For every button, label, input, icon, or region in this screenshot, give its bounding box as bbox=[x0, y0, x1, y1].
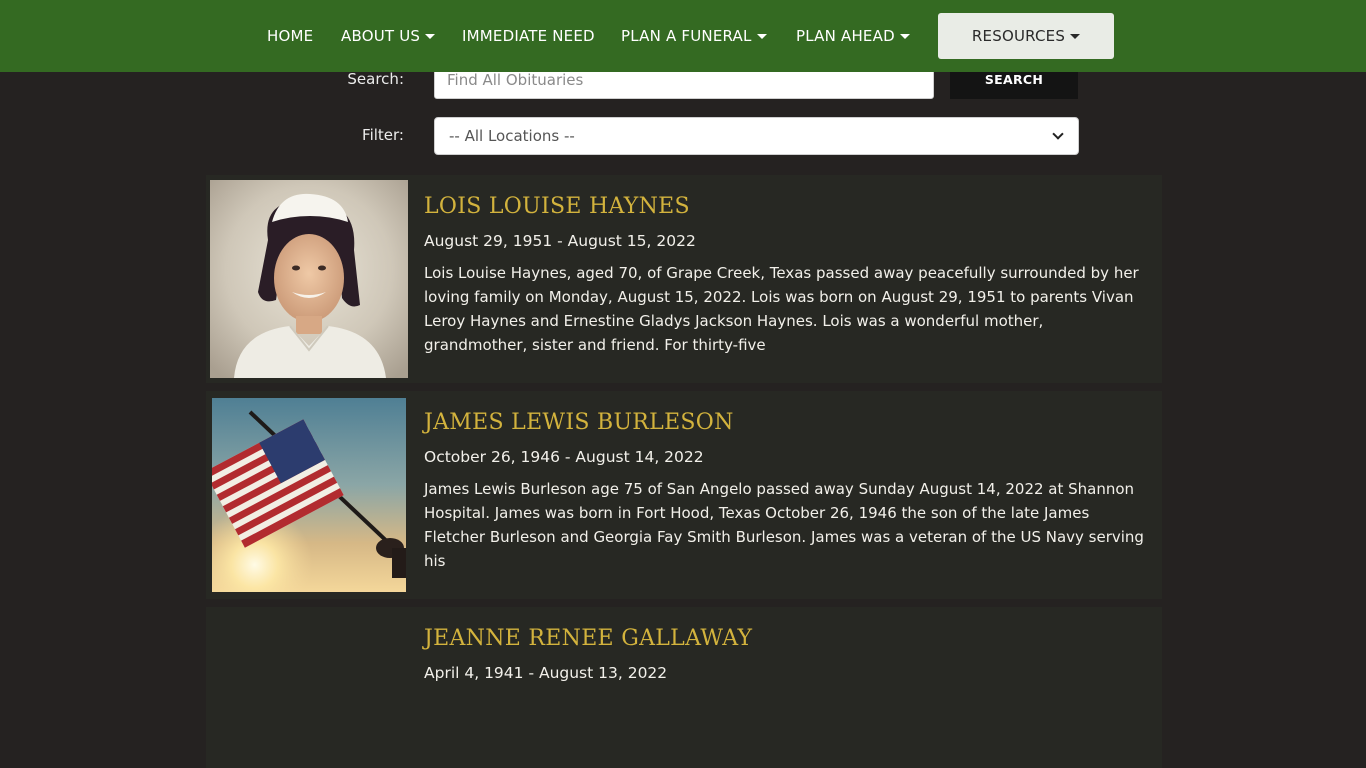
obituary-dates: October 26, 1946 - August 14, 2022 bbox=[424, 448, 704, 466]
obituary-excerpt: James Lewis Burleson age 75 of San Angel… bbox=[424, 480, 1144, 570]
nav-plan-ahead[interactable]: PLAN AHEAD bbox=[796, 0, 910, 72]
caret-down-icon bbox=[756, 34, 767, 39]
nav-about-us[interactable]: ABOUT US bbox=[341, 0, 436, 72]
obituary-name[interactable]: JEANNE RENEE GALLAWAY bbox=[424, 626, 752, 651]
obituary-excerpt: Lois Louise Haynes, aged 70, of Grape Cr… bbox=[424, 264, 1139, 354]
nav-home-label: HOME bbox=[267, 27, 314, 45]
nav-plan-ahead-label: PLAN AHEAD bbox=[796, 27, 895, 45]
caret-down-icon bbox=[425, 34, 436, 39]
nav-plan-a-funeral[interactable]: PLAN A FUNERAL bbox=[621, 0, 767, 72]
caret-down-icon bbox=[1070, 34, 1081, 39]
location-filter-value: -- All Locations -- bbox=[449, 127, 575, 145]
american-flag-image bbox=[212, 398, 406, 592]
nav-resources-label: RESOURCES bbox=[971, 27, 1066, 45]
nav-about-us-label: ABOUT US bbox=[341, 27, 421, 45]
american-flag-photo[interactable] bbox=[212, 398, 406, 592]
main-navbar: HOME ABOUT US IMMEDIATE NEED PLAN A FUNE… bbox=[0, 0, 1366, 72]
location-filter-select[interactable]: -- All Locations -- bbox=[434, 117, 1079, 155]
nav-plan-a-funeral-label: PLAN A FUNERAL bbox=[621, 27, 752, 45]
obituary-card[interactable]: JAMES LEWIS BURLESON October 26, 1946 - … bbox=[206, 391, 1162, 599]
obituary-dates: August 29, 1951 - August 15, 2022 bbox=[424, 232, 696, 250]
filter-label: Filter: bbox=[362, 126, 404, 144]
nav-resources-button[interactable]: RESOURCES bbox=[938, 13, 1114, 59]
caret-down-icon bbox=[899, 34, 910, 39]
search-label: Search: bbox=[347, 70, 404, 88]
nav-immediate-need-label: IMMEDIATE NEED bbox=[462, 27, 595, 45]
obituary-card[interactable]: JEANNE RENEE GALLAWAY April 4, 1941 - Au… bbox=[206, 607, 1162, 768]
obituary-name[interactable]: JAMES LEWIS BURLESON bbox=[424, 410, 734, 435]
nav-immediate-need[interactable]: IMMEDIATE NEED bbox=[462, 0, 595, 72]
chevron-down-icon bbox=[1052, 128, 1064, 140]
portrait-photo-image bbox=[210, 180, 408, 378]
obituary-card[interactable]: LOIS LOUISE HAYNES August 29, 1951 - Aug… bbox=[206, 175, 1162, 383]
obituary-name[interactable]: LOIS LOUISE HAYNES bbox=[424, 194, 690, 219]
obituary-dates: April 4, 1941 - August 13, 2022 bbox=[424, 664, 668, 682]
portrait-photo[interactable] bbox=[210, 180, 408, 378]
nav-home[interactable]: HOME bbox=[267, 0, 313, 72]
